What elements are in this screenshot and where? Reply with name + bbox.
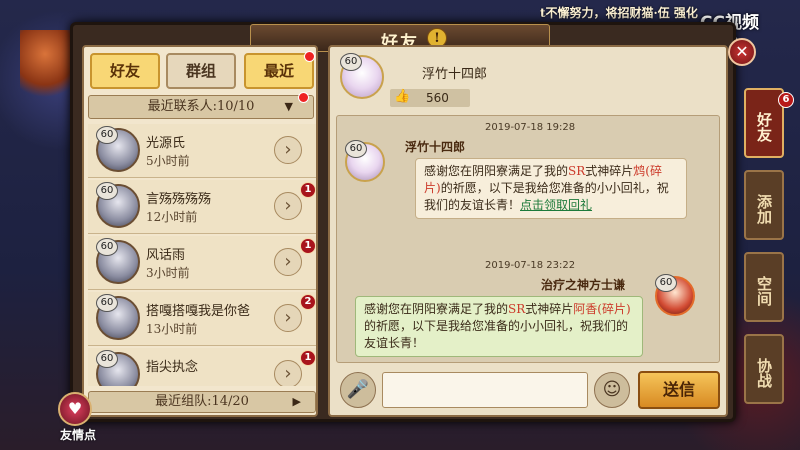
side-tabs: 好友 6 添加 空间 协战 (744, 88, 794, 408)
friendship-points-label: 友情点 (59, 428, 96, 442)
side-tab-label: 添加 (755, 194, 773, 224)
contact-name: 言殇殇殇殇 (146, 192, 212, 207)
chevron-right-icon: ▶ (292, 395, 301, 408)
list-item[interactable]: 60 指尖执念 › 1 (88, 348, 316, 386)
likes-counter: 👍 560 (390, 89, 470, 107)
side-tab-space[interactable]: 空间 (744, 252, 784, 322)
message-sender: 浮竹十四郎 (405, 140, 466, 154)
side-tab-label: 协战 (755, 358, 773, 388)
contact-time: 12小时前 (146, 210, 198, 224)
contact-name: 指尖执念 (146, 360, 199, 375)
friend-avatar[interactable]: 60 (340, 53, 384, 99)
level-badge: 60 (340, 53, 362, 71)
claim-gift-link[interactable]: 点击领取回礼 (520, 198, 592, 212)
level-badge: 60 (96, 238, 118, 256)
chevron-right-icon[interactable]: › (274, 192, 302, 220)
message-text: 感谢您在阴阳寮满足了我的 (424, 164, 569, 178)
avatar: 60 (96, 238, 140, 284)
contact-time: 13小时前 (146, 322, 198, 336)
message-bubble: 感谢您在阴阳寮满足了我的SR式神碎片阿香(碎片) 的祈愿，以下是我给您准备的小小回… (355, 296, 643, 357)
lantern-decoration (20, 30, 70, 110)
avatar: 60 (96, 182, 140, 228)
contact-name: 风话雨 (146, 248, 186, 263)
thumbs-up-icon: 👍 (394, 89, 411, 104)
dropdown-notification-dot (298, 92, 309, 103)
contact-list: 60 光源氏 5小时前 › 60 言殇殇殇殇 12小时前 › 1 60 风话雨 … (88, 124, 316, 386)
unread-badge: 1 (300, 182, 316, 198)
message-timestamp: 2019-07-18 19:28 (485, 122, 576, 133)
list-item[interactable]: 60 言殇殇殇殇 12小时前 › 1 (88, 180, 316, 234)
contacts-tabs: 好友 群组 最近 (88, 51, 316, 89)
message-text: 感谢您在阴阳寮满足了我的 (364, 302, 509, 316)
unread-badge: 1 (300, 350, 316, 366)
message-text: 式神碎片 (585, 164, 634, 178)
level-badge: 60 (96, 182, 118, 200)
message-text: 的祈愿，以下是我给您准备的小小回礼，祝我们的友谊长青！ (364, 319, 629, 350)
chevron-down-icon: ▼ (284, 100, 293, 113)
recent-team-label: 最近组队:14/20 (155, 394, 249, 409)
avatar: 60 (96, 350, 140, 386)
message-input[interactable] (382, 372, 588, 408)
unread-badge: 1 (300, 238, 316, 254)
recent-team-bar[interactable]: 最近组队:14/20 ▶ (88, 391, 316, 413)
rarity-text: SR (568, 164, 586, 178)
contact-name: 光源氏 (146, 136, 186, 151)
recent-contacts-label: 最近联系人:10/10 (147, 99, 255, 114)
avatar[interactable]: 60 (655, 274, 695, 316)
level-badge: 60 (96, 294, 118, 312)
avatar[interactable]: 60 (345, 140, 385, 182)
list-item[interactable]: 60 光源氏 5小时前 › (88, 124, 316, 178)
chevron-right-icon[interactable]: › (274, 304, 302, 332)
emoji-icon[interactable]: ☺ (594, 372, 630, 408)
item-name: 阿香(碎片) (573, 302, 631, 316)
chat-header: 60 浮竹十四郎 👍 560 (338, 53, 722, 109)
message-text: 式神碎片 (525, 302, 574, 316)
heart-icon: ♥ (58, 392, 92, 426)
level-badge: 60 (96, 126, 118, 144)
side-tab-label: 好友 (755, 112, 773, 142)
avatar: 60 (96, 126, 140, 172)
tab-groups[interactable]: 群组 (166, 53, 236, 89)
message-timestamp: 2019-07-18 23:22 (485, 260, 576, 271)
level-badge: 60 (655, 274, 677, 292)
chevron-right-icon[interactable]: › (274, 248, 302, 276)
rarity-text: SR (508, 302, 526, 316)
chat-panel: 60 浮竹十四郎 👍 560 2019-07-18 19:28 60 浮竹十四郎… (328, 45, 728, 417)
likes-value: 560 (426, 91, 449, 105)
contact-time: 5小时前 (146, 154, 190, 168)
list-item[interactable]: 60 搭嘎搭嘎我是你爸 13小时前 › 2 (88, 292, 316, 346)
side-tab-add[interactable]: 添加 (744, 170, 784, 240)
unread-badge: 2 (300, 294, 316, 310)
send-button[interactable]: 送信 (638, 371, 720, 409)
contacts-panel: 好友 群组 最近 最近联系人:10/10 ▼ 60 光源氏 5小时前 › 60 … (82, 45, 318, 417)
level-badge: 60 (345, 140, 367, 158)
chevron-right-icon[interactable]: › (274, 360, 302, 386)
tab-friends[interactable]: 好友 (90, 53, 160, 89)
message-bubble: 感谢您在阴阳寮满足了我的SR式神碎片鸩(碎片)的祈愿，以下是我给您准备的小小回礼… (415, 158, 687, 219)
contact-name: 搭嘎搭嘎我是你爸 (146, 304, 251, 319)
message-area: 2019-07-18 19:28 60 浮竹十四郎 感谢您在阴阳寮满足了我的SR… (336, 115, 720, 363)
list-item[interactable]: 60 风话雨 3小时前 › 1 (88, 236, 316, 290)
friend-name: 浮竹十四郎 (422, 67, 488, 82)
notification-badge: 6 (778, 92, 794, 108)
recent-contacts-dropdown[interactable]: 最近联系人:10/10 ▼ (88, 92, 314, 119)
avatar: 60 (96, 294, 140, 340)
message-sender: 治疗之神方士谦 (541, 278, 626, 292)
contact-time: 3小时前 (146, 266, 190, 280)
microphone-icon[interactable]: 🎤 (340, 372, 376, 408)
close-button[interactable]: ✕ (728, 38, 756, 66)
level-badge: 60 (96, 350, 118, 368)
side-tab-label: 空间 (755, 276, 773, 306)
input-row: 🎤 ☺ 送信 (338, 369, 722, 411)
side-tab-cooperate[interactable]: 协战 (744, 334, 784, 404)
friendship-points-button[interactable]: ♥ 友情点 (48, 392, 108, 444)
chevron-right-icon[interactable]: › (274, 136, 302, 164)
recent-notification-dot (304, 51, 315, 62)
